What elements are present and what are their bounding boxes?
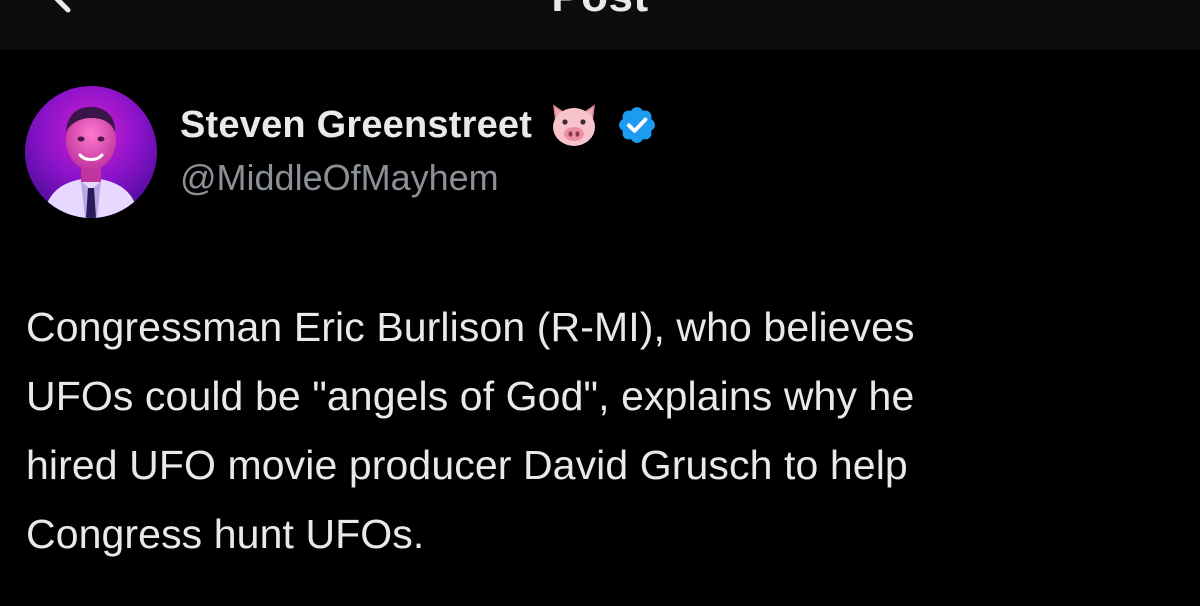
author-handle[interactable]: @MiddleOfMayhem: [180, 157, 499, 199]
page-title: Post: [0, 0, 1200, 22]
top-navigation-bar: Post: [0, 0, 1200, 50]
post-text-line: Congressman Eric Burlison (R-MI), who be…: [26, 304, 915, 350]
avatar-image: [25, 86, 157, 218]
post-text: Congressman Eric Burlison (R-MI), who be…: [26, 293, 1166, 569]
author-name-row: Steven Greenstreet: [180, 100, 658, 150]
post-text-line: hired UFO movie producer David Grusch to…: [26, 442, 908, 488]
post-text-line: Congress hunt UFOs.: [26, 511, 425, 557]
verified-badge-icon[interactable]: [616, 104, 658, 146]
post-text-line: UFOs could be "angels of God", explains …: [26, 373, 915, 419]
avatar[interactable]: [25, 86, 157, 218]
author-display-name[interactable]: Steven Greenstreet: [180, 104, 532, 147]
pig-face-icon: [553, 104, 596, 146]
